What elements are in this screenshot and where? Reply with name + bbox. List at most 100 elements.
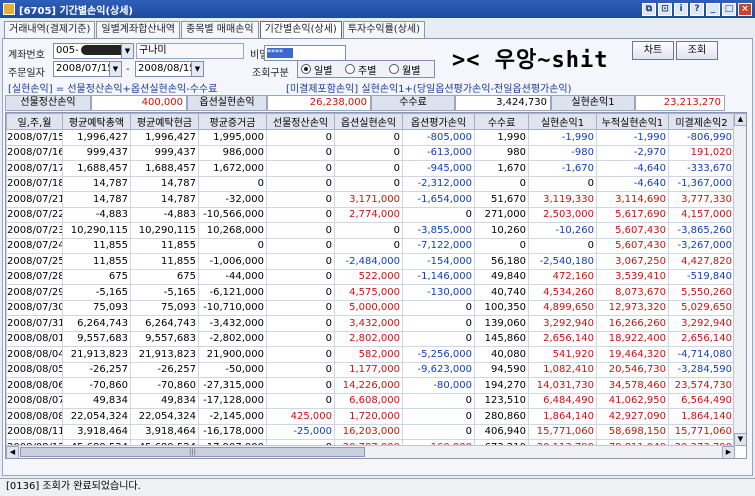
table-cell: -10,260	[528, 222, 597, 239]
table-cell: 0	[402, 423, 475, 440]
table-row[interactable]: 2008/08/05 -26,257 -26,257 -50,000 0 1,177,00…	[6, 361, 735, 378]
row-date-cell: 2008/07/15	[6, 129, 63, 146]
calendar-dropdown-icon[interactable]: ▼	[109, 62, 121, 76]
table-cell: -2,802,000	[198, 330, 267, 347]
table-row[interactable]: 2008/07/23 10,290,115 10,290,115 10,268,000…	[6, 222, 735, 239]
table-cell: 0	[266, 361, 335, 378]
date-to-value: 2008/08/15	[138, 63, 196, 74]
table-cell: 75,093	[130, 299, 199, 316]
table-row[interactable]: 2008/07/28 675 675 -44,000 0 522,000 -1,146,00…	[6, 268, 735, 285]
calendar-dropdown-icon[interactable]: ▼	[191, 62, 203, 76]
table-row[interactable]: 2008/07/29 -5,165 -5,165 -6,121,000 0 4,575,0…	[6, 284, 735, 301]
row-date-cell: 2008/07/18	[6, 175, 63, 192]
table-cell: 10,290,115	[130, 222, 199, 239]
tab-period-pnl[interactable]: 기간별손익(상세)	[259, 21, 342, 39]
minimize-icon[interactable]: _	[706, 2, 720, 16]
radio-weekly[interactable]: 주별	[345, 62, 376, 77]
query-button[interactable]: 조회	[676, 41, 718, 60]
scroll-up-icon[interactable]: ▲	[734, 113, 746, 126]
radio-weekly-dot[interactable]	[345, 64, 355, 74]
close-icon[interactable]: ×	[738, 2, 752, 16]
scroll-right-icon[interactable]: ▶	[722, 446, 735, 458]
date-to-field[interactable]: 2008/08/15 ▼	[135, 61, 204, 77]
table-row[interactable]: 2008/08/01 9,557,683 9,557,683 -2,802,000 0 2…	[6, 330, 735, 347]
column-header[interactable]: 평균예탁총액	[62, 113, 131, 130]
table-row[interactable]: 2008/07/31 6,264,743 6,264,743 -3,432,000 0 3…	[6, 315, 735, 332]
help-icon[interactable]: ?	[690, 2, 704, 16]
table-row[interactable]: 2008/07/17 1,688,457 1,688,457 1,672,000 0 0-…	[6, 160, 735, 177]
table-cell: 0	[334, 175, 403, 192]
table-row[interactable]: 2008/07/30 75,093 75,093 -10,710,000 0 5,000,…	[6, 299, 735, 316]
column-header[interactable]: 평균증거금	[198, 113, 267, 130]
table-cell: 49,834	[130, 392, 199, 409]
account-select[interactable]: 005- ▼	[53, 43, 134, 59]
table-cell: -1,990	[528, 129, 597, 146]
scroll-left-icon[interactable]: ◀	[6, 446, 19, 458]
tab-transactions[interactable]: 거래내역(결제기준)	[4, 21, 96, 38]
summary-options-value: 26,238,000	[267, 95, 371, 111]
column-header[interactable]: 누적실현손익1	[596, 113, 669, 130]
lock-icon[interactable]: ⊡	[658, 2, 672, 16]
table-cell: 16,203,000	[334, 423, 403, 440]
table-row[interactable]: 2008/08/06 -70,860 -70,860 -27,315,000 0 14,2…	[6, 377, 735, 394]
table-row[interactable]: 2008/07/15 1,996,427 1,996,427 1,995,000 0 0-…	[6, 129, 735, 146]
table-cell: 2,503,000	[528, 206, 597, 223]
pnl-grid[interactable]: 일,주,월 평균예탁총액 평균예탁현금 평균증거금 선물정산손익 옵션실현손익 옵션평가손익…	[5, 112, 747, 459]
row-date-cell: 2008/07/25	[6, 253, 63, 270]
summary-futures-label: 선물정산손익	[5, 95, 91, 111]
table-cell: -70,860	[62, 377, 131, 394]
column-header[interactable]: 옵션실현손익	[334, 113, 403, 130]
column-header[interactable]: 평균예탁현금	[130, 113, 199, 130]
table-cell: 1,082,410	[528, 361, 597, 378]
table-cell: -9,623,000	[402, 361, 475, 378]
table-cell: 145,860	[474, 330, 529, 347]
scroll-down-icon[interactable]: ▼	[734, 433, 746, 446]
table-cell: -2,145,000	[198, 408, 267, 425]
maximize-icon[interactable]: □	[722, 2, 736, 16]
info-icon[interactable]: i	[674, 2, 688, 16]
link-icon[interactable]: ⧉	[642, 2, 656, 16]
table-row[interactable]: 2008/08/11 3,918,464 3,918,464 -16,178,000-…	[6, 423, 735, 440]
table-cell: 3,432,000	[334, 315, 403, 332]
chevron-down-icon[interactable]: ▼	[121, 44, 133, 58]
table-row[interactable]: 2008/08/07 49,834 49,834 -17,128,000 0 6,608,…	[6, 392, 735, 409]
table-row[interactable]: 2008/07/25 11,855 11,855 -1,006,000 0 -2,484,…	[6, 253, 735, 270]
column-header[interactable]: 수수료	[474, 113, 529, 130]
table-row[interactable]: 2008/07/21 14,787 14,787 -32,000 0 3,171,000-…	[6, 191, 735, 208]
horizontal-scroll-thumb[interactable]: |||	[20, 447, 365, 457]
date-from-field[interactable]: 2008/07/15 ▼	[53, 61, 122, 77]
table-row[interactable]: 2008/07/18 14,787 14,787 0 0 0 -2,312,000 0 0 -4,…	[6, 175, 735, 192]
radio-monthly-dot[interactable]	[389, 64, 399, 74]
status-bar: [0136] 조회가 완료되었습니다.	[0, 478, 755, 496]
radio-daily[interactable]: 일별	[301, 62, 332, 77]
row-date-cell: 2008/07/17	[6, 160, 63, 177]
table-cell: 0	[266, 191, 335, 208]
table-cell: 5,607,430	[596, 237, 669, 254]
tab-item-pnl[interactable]: 종목별 매매손익	[181, 21, 259, 38]
table-cell: -44,000	[198, 268, 267, 285]
horizontal-scrollbar[interactable]: ◀ ||| ▶	[6, 445, 735, 458]
password-field[interactable]: ****	[264, 45, 346, 61]
table-cell: 14,031,730	[528, 377, 597, 394]
chart-button[interactable]: 차트	[632, 41, 674, 60]
column-header[interactable]: 옵션평가손익	[402, 113, 475, 130]
table-row[interactable]: 2008/07/16 999,437 999,437 986,000 0 0 -613,00…	[6, 144, 735, 161]
column-header[interactable]: 미결제손익2	[668, 113, 735, 130]
table-cell: -2,540,180	[528, 253, 597, 270]
table-cell: 999,437	[62, 144, 131, 161]
tab-return-rate[interactable]: 투자수익률(상세)	[342, 21, 426, 38]
column-header[interactable]: 실현손익1	[528, 113, 597, 130]
radio-daily-dot[interactable]	[301, 64, 311, 74]
table-row[interactable]: 2008/08/04 21,913,823 21,913,823 21,900,000…	[6, 346, 735, 363]
table-cell: -1,146,000	[402, 268, 475, 285]
table-row[interactable]: 2008/07/22 -4,883 -4,883 -10,566,000 0 2,774,…	[6, 206, 735, 223]
radio-monthly[interactable]: 월별	[389, 62, 420, 77]
table-row[interactable]: 2008/07/24 11,855 11,855 0 0 0 -7,122,000 0 0 5,6…	[6, 237, 735, 254]
vertical-scrollbar[interactable]: ▲ ▼	[733, 113, 746, 446]
table-cell: 20,546,730	[596, 361, 669, 378]
column-header[interactable]: 일,주,월	[6, 113, 63, 130]
table-row[interactable]: 2008/08/08 22,054,324 22,054,324 -2,145,000…	[6, 408, 735, 425]
pnl-table: 일,주,월 평균예탁총액 평균예탁현금 평균증거금 선물정산손익 옵션실현손익 옵션평가손익…	[6, 113, 735, 458]
tab-daily-account[interactable]: 일별계좌합산내역	[96, 21, 181, 38]
column-header[interactable]: 선물정산손익	[266, 113, 335, 130]
